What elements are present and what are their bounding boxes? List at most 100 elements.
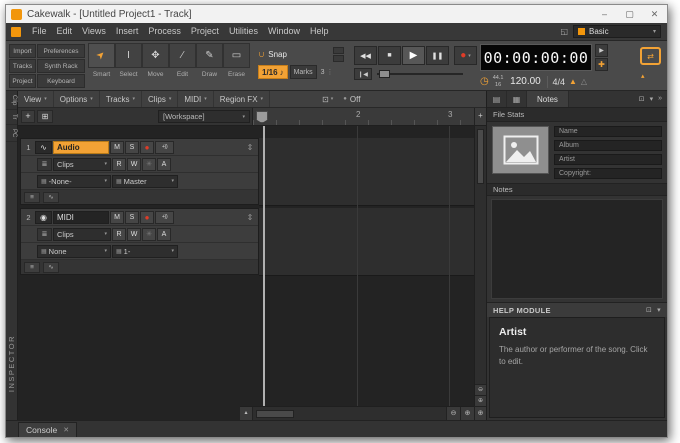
expand-ruler-button[interactable]: + bbox=[474, 108, 486, 125]
horizontal-scrollbar-thumb[interactable] bbox=[256, 409, 294, 418]
vertical-zoom-out-button[interactable]: ⊖ bbox=[475, 384, 486, 395]
metronome-playback-icon[interactable]: ▲ bbox=[569, 77, 577, 86]
track-output-dropdown[interactable]: ▦ Master ▾ bbox=[112, 174, 178, 188]
dock-panel-icon[interactable]: ⊡ bbox=[639, 95, 645, 103]
mix-controls-icon[interactable]: ≡ bbox=[24, 261, 40, 273]
automation-read-button[interactable]: R bbox=[112, 157, 126, 171]
synth-rack-button[interactable]: Synth Rack bbox=[37, 59, 85, 73]
collapse-panel-icon[interactable]: » bbox=[658, 95, 662, 103]
audiosnap-toggle[interactable]: ● Off bbox=[343, 95, 360, 104]
rewind-button[interactable]: ◀◀ bbox=[354, 46, 377, 65]
menu-project[interactable]: Project bbox=[186, 23, 224, 40]
record-arm-button[interactable]: ● bbox=[140, 210, 154, 224]
track-name-field[interactable]: Audio bbox=[53, 140, 109, 154]
mute-button[interactable]: M bbox=[110, 140, 124, 154]
track-input-dropdown[interactable]: ▦ None ▾ bbox=[37, 244, 111, 258]
menu-process[interactable]: Process bbox=[143, 23, 186, 40]
horizontal-scrollbar[interactable]: ▴ ⊖ ⊕ bbox=[240, 406, 474, 420]
screenset-icon[interactable]: ◱ bbox=[560, 27, 568, 36]
chevron-down-icon[interactable]: ▾ bbox=[650, 95, 654, 103]
record-button[interactable]: ● ▾ bbox=[454, 46, 477, 65]
select-tool-button[interactable]: I Select bbox=[115, 43, 142, 88]
copyright-field[interactable]: Copyright: bbox=[554, 168, 662, 179]
zoom-out-button[interactable]: ⊖ bbox=[446, 407, 460, 420]
plugin-browser-tab-icon[interactable]: ▦ bbox=[507, 91, 527, 107]
playhead-line[interactable] bbox=[263, 126, 265, 406]
track-number[interactable]: 1 bbox=[23, 143, 34, 152]
add-track-button[interactable]: + bbox=[21, 110, 35, 123]
loop-button[interactable]: ⇄ bbox=[640, 47, 661, 65]
time-format-button[interactable]: ▶ bbox=[595, 44, 608, 57]
draw-tool-button[interactable]: ✎ Draw bbox=[196, 43, 223, 88]
aim-assist-button[interactable]: ⊡ ▾ bbox=[322, 95, 333, 104]
console-tab[interactable]: Console ✕ bbox=[18, 422, 78, 437]
dock-panel-icon[interactable]: ⊡ bbox=[646, 306, 652, 314]
track-input-dropdown[interactable]: ▦ -None- ▾ bbox=[37, 174, 111, 188]
snap-marks-button[interactable]: Marks bbox=[289, 65, 317, 79]
mute-button[interactable]: M bbox=[110, 210, 124, 224]
album-art-placeholder[interactable] bbox=[492, 126, 549, 174]
time-display[interactable]: 00:00:00:00 bbox=[480, 44, 592, 71]
track-1-lane[interactable] bbox=[259, 138, 474, 206]
expand-track-icon[interactable]: ⇕ bbox=[244, 143, 256, 152]
artist-field[interactable]: Artist bbox=[554, 154, 662, 165]
pause-button[interactable]: ❚❚ bbox=[426, 46, 449, 65]
snap-mode-buttons[interactable] bbox=[333, 46, 344, 62]
vertical-zoom-in-button[interactable]: ⊕ bbox=[475, 395, 486, 406]
add-marker-button[interactable]: ✚ bbox=[595, 58, 608, 71]
return-to-zero-button[interactable]: ❙◀ bbox=[354, 68, 372, 80]
archive-button[interactable]: A bbox=[157, 157, 171, 171]
play-button[interactable]: ▶ bbox=[402, 46, 425, 65]
timeline-ruler[interactable]: 2 3 bbox=[252, 108, 474, 125]
menu-edit[interactable]: Edit bbox=[52, 23, 78, 40]
maximize-button[interactable]: ▢ bbox=[617, 5, 642, 23]
solo-button[interactable]: S bbox=[125, 140, 139, 154]
input-echo-button[interactable]: +)) bbox=[155, 210, 174, 224]
track-output-dropdown[interactable]: ▦ 1- ▾ bbox=[112, 244, 178, 258]
import-button[interactable]: Import bbox=[9, 44, 36, 58]
menu-file[interactable]: File bbox=[27, 23, 52, 40]
automation-read-button[interactable]: R bbox=[112, 227, 126, 241]
transport-position-slider[interactable] bbox=[377, 69, 463, 79]
record-arm-button[interactable]: ● bbox=[140, 140, 154, 154]
input-echo-button[interactable]: +)) bbox=[155, 140, 174, 154]
zoom-tool-corner-button[interactable]: ⊕ bbox=[474, 406, 486, 420]
tv-menu-tracks[interactable]: Tracks ▾ bbox=[100, 91, 143, 107]
project-button[interactable]: Project bbox=[9, 74, 36, 88]
automation-write-button[interactable]: W bbox=[127, 227, 141, 241]
freeze-button[interactable]: ✳ bbox=[142, 227, 156, 241]
minimize-button[interactable]: – bbox=[592, 5, 617, 23]
menu-window[interactable]: Window bbox=[263, 23, 305, 40]
track-number[interactable]: 2 bbox=[23, 213, 34, 222]
edit-filter-dropdown[interactable]: Clips ▾ bbox=[53, 227, 111, 241]
waveform-preview-icon[interactable]: ∿ bbox=[43, 191, 59, 203]
tempo-value[interactable]: 120.00 bbox=[507, 76, 543, 87]
chevron-down-icon[interactable]: ▾ bbox=[657, 306, 661, 314]
menu-help[interactable]: Help bbox=[305, 23, 334, 40]
sample-rate-display[interactable]: 44.1 16 bbox=[493, 75, 504, 87]
loop-options-icon[interactable]: ▴ bbox=[641, 72, 645, 80]
snap-resolution-button[interactable]: 1/16 ♪ bbox=[258, 65, 288, 79]
freeze-button[interactable]: ✳ bbox=[142, 157, 156, 171]
track-manager-button[interactable]: ⊞ bbox=[37, 110, 53, 123]
inspector-tab-track[interactable]: Tr bbox=[6, 110, 17, 125]
edit-tool-button[interactable]: ∕ Edit bbox=[169, 43, 196, 88]
tv-menu-clips[interactable]: Clips ▾ bbox=[142, 91, 179, 107]
archive-button[interactable]: A bbox=[157, 227, 171, 241]
edit-filter-dropdown[interactable]: Clips ▾ bbox=[53, 157, 111, 171]
workspace-dropdown[interactable]: [Workspace] ▾ bbox=[158, 110, 250, 123]
media-browser-tab-icon[interactable]: ▤ bbox=[487, 91, 507, 107]
tracks-button[interactable]: Tracks bbox=[9, 59, 36, 73]
slider-thumb[interactable] bbox=[379, 70, 390, 78]
waveform-preview-icon[interactable]: ∿ bbox=[43, 261, 59, 273]
snap-toggle[interactable]: Snap bbox=[268, 50, 287, 59]
zoom-in-button[interactable]: ⊕ bbox=[460, 407, 474, 420]
preferences-button[interactable]: Preferences bbox=[37, 44, 85, 58]
expand-track-icon[interactable]: ⇕ bbox=[244, 213, 256, 222]
menu-utilities[interactable]: Utilities bbox=[224, 23, 263, 40]
inspector-tab-clip[interactable]: Clip bbox=[6, 91, 17, 111]
tv-menu-options[interactable]: Options ▾ bbox=[54, 91, 100, 107]
erase-tool-button[interactable]: ▭ Erase bbox=[223, 43, 250, 88]
keyboard-button[interactable]: Keyboard bbox=[37, 74, 85, 88]
workspace-selector-dropdown[interactable]: Basic ▾ bbox=[573, 25, 661, 38]
